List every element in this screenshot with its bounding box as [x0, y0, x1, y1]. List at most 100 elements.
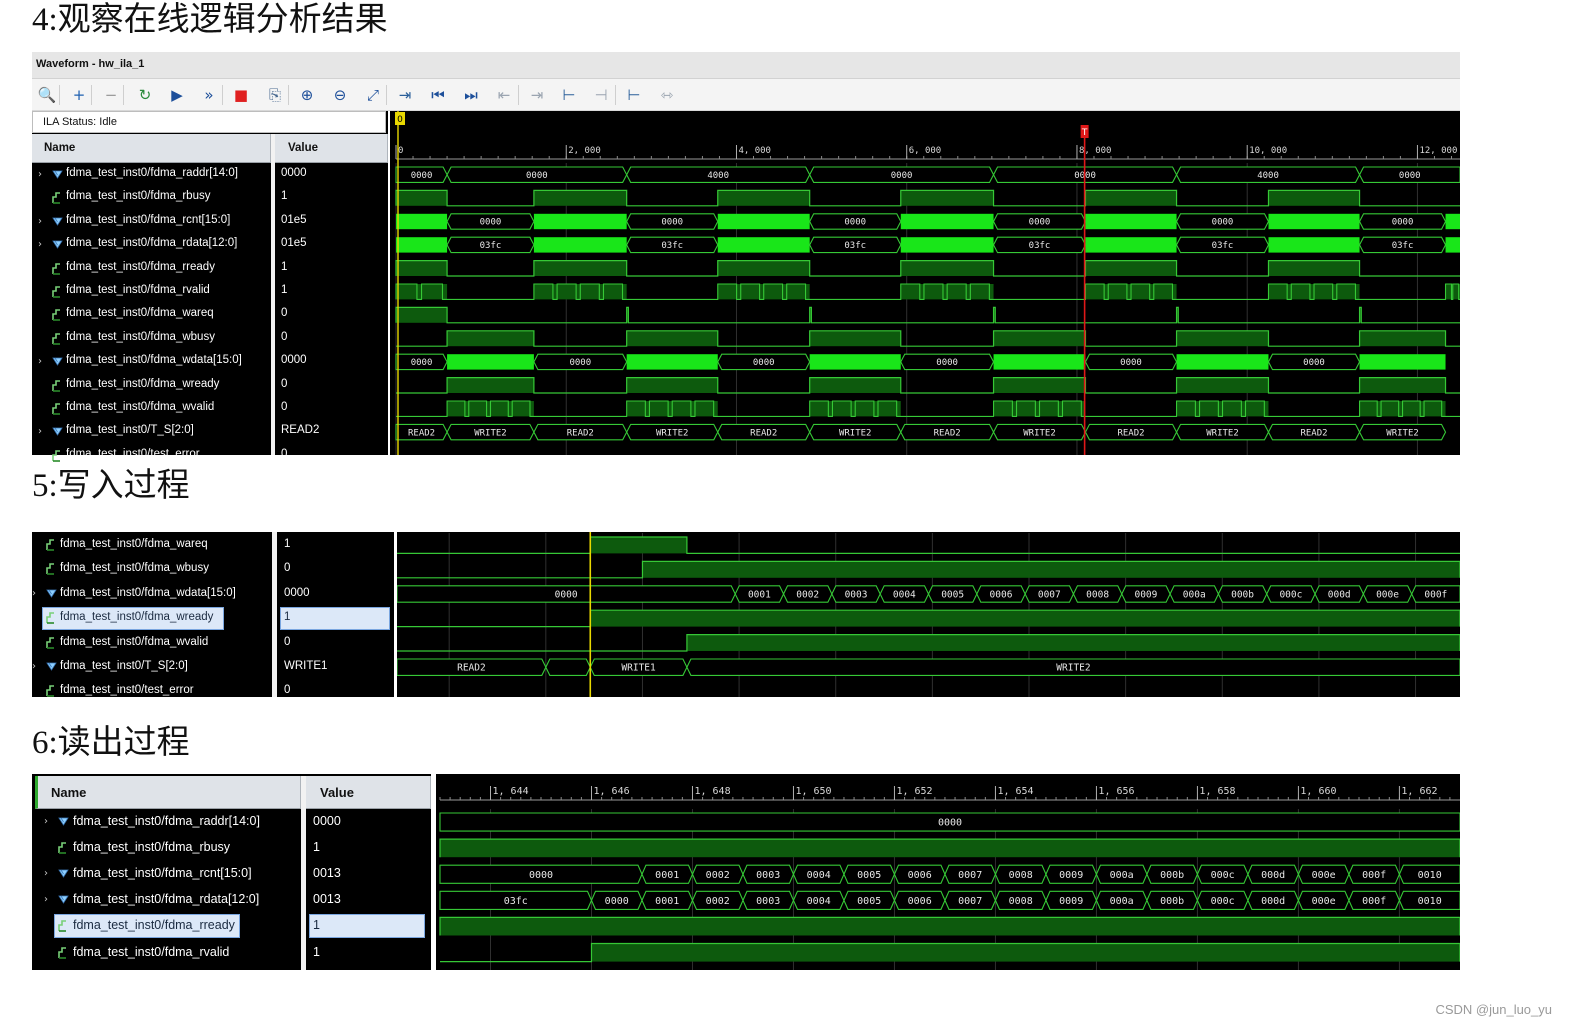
high-level-fill: [626, 330, 718, 347]
signal-row-fdma-wbusy[interactable]: fdma_test_inst0/fdma_wbusy 0: [32, 557, 394, 581]
signal-row-fdma-raddr[interactable]: › fdma_test_inst0/fdma_raddr[14:0] 0000: [32, 163, 388, 186]
waveform-fdma-raddr: 0000000040000000000040000000: [395, 166, 1460, 183]
waveform-panel-overview[interactable]: 0 2, 000 4, 000 6, 000 8, 000 10, 000 12, 000 0…: [390, 111, 1460, 455]
toolbar-separator: [59, 85, 60, 105]
signal-row-fdma-rcnt[interactable]: › fdma_test_inst0/fdma_rcnt[15:0] 0013: [32, 861, 431, 887]
time-ruler-label: 1, 650: [795, 786, 831, 797]
high-level-fill: [717, 190, 810, 206]
bus-signal-icon: [52, 427, 63, 437]
column-header-value[interactable]: Value: [275, 134, 388, 163]
go-to-end-icon[interactable]: ⏭: [462, 86, 480, 104]
previous-marker-icon[interactable]: ⊣: [592, 86, 610, 104]
expand-chevron-icon[interactable]: ›: [38, 356, 42, 367]
time-ruler-label: 1, 654: [997, 786, 1033, 797]
expand-chevron-icon[interactable]: ›: [38, 426, 42, 437]
go-to-cursor-icon[interactable]: ⇥: [396, 86, 414, 104]
signal-row-fdma-wready[interactable]: fdma_test_inst0/fdma_wready 1: [32, 606, 394, 630]
bus-segment-label: 000b: [1231, 589, 1254, 600]
expand-chevron-icon[interactable]: ›: [38, 169, 42, 180]
expand-chevron-icon[interactable]: ›: [44, 816, 48, 827]
column-header-value[interactable]: Value: [306, 776, 431, 809]
waveform-fdma-wareq: [397, 536, 1460, 554]
run-immediate-icon[interactable]: »: [200, 86, 218, 104]
stop-icon[interactable]: ■: [232, 86, 250, 104]
expand-chevron-icon[interactable]: ›: [38, 239, 42, 250]
bus-segment-label: 000d: [1261, 870, 1285, 881]
column-header-name[interactable]: Name: [32, 134, 271, 163]
signal-row-fdma-rcnt[interactable]: › fdma_test_inst0/fdma_rcnt[15:0] 01e5: [32, 210, 388, 233]
add-marker-icon[interactable]: ⊢: [560, 86, 578, 104]
bus-segment-label: 0008: [1009, 896, 1033, 907]
signal-row-t-s[interactable]: › fdma_test_inst0/T_S[2:0] READ2: [32, 420, 388, 443]
signal-row-fdma-rready[interactable]: fdma_test_inst0/fdma_rready 1: [32, 257, 388, 280]
signal-row-fdma-rbusy[interactable]: fdma_test_inst0/fdma_rbusy 1: [32, 835, 431, 861]
waveform-panel-read[interactable]: 1, 644 1, 646 1, 648 1, 650 1, 652 1, 654 1, 6…: [436, 774, 1460, 970]
signal-row-fdma-rvalid[interactable]: fdma_test_inst0/fdma_rvalid 1: [32, 280, 388, 303]
signal-row-fdma-raddr[interactable]: › fdma_test_inst0/fdma_raddr[14:0] 0000: [32, 809, 431, 835]
bus-segment-label: 0005: [857, 896, 881, 907]
remove-icon[interactable]: −: [102, 86, 120, 104]
toolbar-separator: [386, 85, 387, 105]
signal-row-fdma-rdata[interactable]: › fdma_test_inst0/fdma_rdata[12:0] 0013: [32, 887, 431, 913]
time-ruler-label: 1, 646: [593, 786, 629, 797]
signal-row-fdma-wareq[interactable]: fdma_test_inst0/fdma_wareq 1: [32, 533, 394, 557]
bus-segment-label: 0000: [526, 171, 548, 181]
waveform-fdma-rcnt: 0000 0001 0002 0003 0004 0005 0006 0007 0008 0009…: [439, 864, 1460, 884]
high-level-fill: [717, 260, 810, 276]
signal-row-fdma-rbusy[interactable]: fdma_test_inst0/fdma_rbusy 1: [32, 186, 388, 209]
signal-row-fdma-wareq[interactable]: fdma_test_inst0/fdma_wareq 0: [32, 303, 388, 326]
waveform-toolbar: 🔍 + − ↻ ▶ » ■ ⎘ ⊕ ⊖ ⤢ ⇥ ⏮ ⏭ ⇤ ⇥ ⊢ ⊣ ⊢ ⇿: [32, 79, 1460, 111]
signal-row-fdma-rvalid[interactable]: fdma_test_inst0/fdma_rvalid 1: [32, 940, 431, 966]
signal-row-fdma-wready[interactable]: fdma_test_inst0/fdma_wready 0: [32, 374, 388, 397]
waveform-fdma-wdata: 0000 0001 0002 0003 0004 0005 0006 0007 0008 0009…: [397, 585, 1460, 603]
high-level-fill: [1085, 190, 1177, 206]
bus-segment-label: 000c: [1211, 896, 1235, 907]
zoom-in-icon[interactable]: ⊕: [298, 86, 316, 104]
swap-cursors-icon[interactable]: ⇿: [658, 86, 676, 104]
time-ruler-label: 1, 652: [896, 786, 932, 797]
panel2-waveform-svg[interactable]: 0000 0001 0002 0003 0004 0005 0006 0007 0008 0009…: [397, 532, 1460, 697]
bus-activity-fill: [1268, 237, 1360, 253]
panel1-waveform-svg[interactable]: 0 2, 000 4, 000 6, 000 8, 000 10, 000 12, 0000…: [390, 111, 1460, 455]
signal-row-test-error[interactable]: fdma_test_inst0/test_error 0: [32, 444, 388, 467]
export-icon[interactable]: ⎘: [266, 86, 284, 104]
add-icon[interactable]: +: [70, 86, 88, 104]
signal-row-fdma-wvalid[interactable]: fdma_test_inst0/fdma_wvalid 0: [32, 631, 394, 655]
bus-segment-label: 0003: [756, 896, 780, 907]
high-level-fill: [809, 330, 901, 347]
signal-row-fdma-rready[interactable]: fdma_test_inst0/fdma_rready 1: [32, 913, 431, 939]
bus-signal-icon: [58, 895, 69, 905]
signal-row-fdma-wdata[interactable]: › fdma_test_inst0/fdma_wdata[15:0] 0000: [32, 582, 394, 606]
bus-segment-label: 0010: [1418, 870, 1442, 881]
refresh-icon[interactable]: ↻: [136, 86, 154, 104]
zoom-search-icon[interactable]: 🔍: [38, 86, 57, 104]
go-to-start-icon[interactable]: ⏮: [429, 86, 447, 104]
expand-chevron-icon[interactable]: ›: [38, 216, 42, 227]
signal-name: fdma_test_inst0/fdma_wdata[15:0]: [66, 354, 242, 367]
zoom-fit-icon[interactable]: ⤢: [364, 86, 382, 104]
run-trigger-icon[interactable]: ▶: [168, 86, 186, 104]
signal-row-fdma-wdata[interactable]: › fdma_test_inst0/fdma_wdata[15:0] 0000: [32, 350, 388, 373]
waveform-panel-write[interactable]: 0000 0001 0002 0003 0004 0005 0006 0007 0008 0009…: [397, 532, 1460, 697]
zoom-out-icon[interactable]: ⊖: [331, 86, 349, 104]
expand-chevron-icon[interactable]: ›: [32, 588, 36, 599]
previous-transition-icon[interactable]: ⇤: [495, 86, 513, 104]
expand-chevron-icon[interactable]: ›: [32, 661, 36, 672]
next-marker-icon[interactable]: ⊢: [625, 86, 643, 104]
signal-list-panel-read: Name Value › fdma_test_inst0/fdma_raddr[1…: [32, 774, 431, 970]
expand-chevron-icon[interactable]: ›: [44, 868, 48, 879]
time-ruler-label: 1, 648: [694, 786, 730, 797]
next-transition-icon[interactable]: ⇥: [528, 86, 546, 104]
signal-row-fdma-rdata[interactable]: › fdma_test_inst0/fdma_rdata[12:0] 01e5: [32, 233, 388, 256]
signal-row-fdma-wvalid[interactable]: fdma_test_inst0/fdma_wvalid 0: [32, 397, 388, 420]
high-level-fill: [1268, 190, 1360, 206]
signal-row-fdma-wbusy[interactable]: fdma_test_inst0/fdma_wbusy 0: [32, 327, 388, 350]
panel3-waveform-svg[interactable]: 1, 644 1, 646 1, 648 1, 650 1, 652 1, 654 1, 6…: [436, 774, 1460, 970]
expand-chevron-icon[interactable]: ›: [44, 894, 48, 905]
toolbar-separator: [123, 85, 124, 105]
column-header-name[interactable]: Name: [35, 776, 301, 809]
signal-value: 1: [313, 840, 320, 855]
column-header-name-label: Name: [51, 785, 87, 800]
signal-row-test-error[interactable]: fdma_test_inst0/test_error 0: [32, 679, 394, 703]
signal-row-t-s[interactable]: › fdma_test_inst0/T_S[2:0] WRITE1: [32, 655, 394, 679]
